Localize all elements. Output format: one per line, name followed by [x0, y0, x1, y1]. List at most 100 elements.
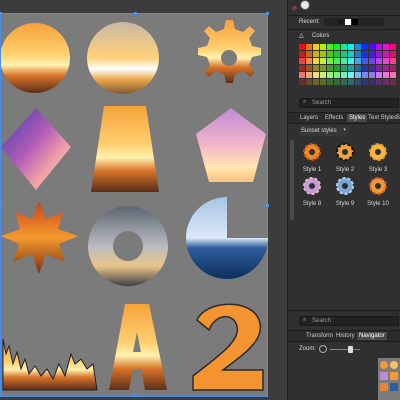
palette-swatch[interactable]: [320, 65, 326, 71]
palette-swatch[interactable]: [306, 65, 312, 71]
scrollbar[interactable]: [290, 140, 294, 220]
palette-swatch[interactable]: [320, 79, 326, 85]
recent-swatch[interactable]: [352, 19, 358, 25]
palette-swatch[interactable]: [313, 79, 319, 85]
palette-swatch[interactable]: [334, 44, 340, 50]
palette-swatch[interactable]: [376, 65, 382, 71]
canvas-area[interactable]: [0, 0, 287, 400]
palette-swatch[interactable]: [383, 51, 389, 57]
palette-swatch[interactable]: [362, 79, 368, 85]
palette-swatch[interactable]: [355, 44, 361, 50]
palette-swatch[interactable]: [369, 51, 375, 57]
palette-swatch[interactable]: [390, 44, 396, 50]
selection-handle[interactable]: [266, 204, 269, 207]
palette-swatch[interactable]: [320, 51, 326, 57]
selection-handle[interactable]: [134, 12, 137, 15]
palette-swatch[interactable]: [355, 58, 361, 64]
palette-swatch[interactable]: [299, 72, 305, 78]
palette-swatch[interactable]: [369, 65, 375, 71]
style-thumbnail[interactable]: Style 9: [331, 176, 359, 207]
tab-navigator[interactable]: Navigator: [357, 332, 387, 340]
selection-handle[interactable]: [0, 12, 2, 15]
style-thumbnail[interactable]: Style 3: [364, 142, 392, 173]
palette-swatch[interactable]: [341, 65, 347, 71]
palette-swatch[interactable]: [313, 58, 319, 64]
palette-swatch[interactable]: [369, 79, 375, 85]
palette-swatch[interactable]: [383, 79, 389, 85]
palette-swatch[interactable]: [355, 51, 361, 57]
palette-swatch[interactable]: [362, 65, 368, 71]
palette-swatch[interactable]: [355, 79, 361, 85]
color-palette[interactable]: [299, 44, 399, 90]
palette-swatch[interactable]: [348, 79, 354, 85]
style-thumbnail[interactable]: Style 10: [364, 176, 392, 207]
search-input-2[interactable]: ⌕ Search: [299, 316, 399, 326]
palette-swatch[interactable]: [313, 44, 319, 50]
selection-handle[interactable]: [134, 394, 137, 397]
palette-swatch[interactable]: [334, 51, 340, 57]
palette-swatch[interactable]: [390, 72, 396, 78]
palette-swatch[interactable]: [334, 65, 340, 71]
palette-swatch[interactable]: [369, 72, 375, 78]
palette-swatch[interactable]: [299, 51, 305, 57]
palette-swatch[interactable]: [362, 51, 368, 57]
palette-swatch[interactable]: [341, 51, 347, 57]
palette-swatch[interactable]: [348, 65, 354, 71]
palette-swatch[interactable]: [299, 58, 305, 64]
palette-swatch[interactable]: [313, 72, 319, 78]
palette-swatch[interactable]: [390, 79, 396, 85]
palette-swatch[interactable]: [327, 65, 333, 71]
tab-text-styles[interactable]: Text Styles: [368, 115, 397, 121]
palette-swatch[interactable]: [306, 51, 312, 57]
palette-swatch[interactable]: [383, 65, 389, 71]
palette-swatch[interactable]: [376, 58, 382, 64]
tab-styles[interactable]: Styles: [347, 114, 368, 122]
document-canvas[interactable]: [0, 12, 269, 397]
zoom-out-icon[interactable]: [319, 345, 327, 353]
palette-swatch[interactable]: [348, 72, 354, 78]
palette-swatch[interactable]: [383, 44, 389, 50]
palette-swatch[interactable]: [355, 65, 361, 71]
palette-swatch[interactable]: [299, 44, 305, 50]
palette-swatch[interactable]: [390, 58, 396, 64]
palette-swatch[interactable]: [320, 72, 326, 78]
selection-handle[interactable]: [266, 12, 269, 15]
palette-swatch[interactable]: [313, 51, 319, 57]
palette-swatch[interactable]: [362, 72, 368, 78]
no-fill-icon[interactable]: ⊘: [292, 5, 297, 12]
style-category-dropdown[interactable]: Sunset styles ▾: [299, 126, 349, 136]
tab-layers[interactable]: Layers: [300, 115, 318, 121]
palette-swatch[interactable]: [362, 58, 368, 64]
palette-swatch[interactable]: [348, 51, 354, 57]
palette-swatch[interactable]: [341, 79, 347, 85]
palette-swatch[interactable]: [348, 44, 354, 50]
palette-swatch[interactable]: [341, 58, 347, 64]
palette-swatch[interactable]: [362, 44, 368, 50]
palette-swatch[interactable]: [390, 51, 396, 57]
style-thumbnail[interactable]: Style 1: [298, 142, 326, 173]
palette-swatch[interactable]: [376, 51, 382, 57]
palette-swatch[interactable]: [369, 58, 375, 64]
palette-swatch[interactable]: [383, 72, 389, 78]
recent-swatch[interactable]: [338, 19, 344, 25]
palette-swatch[interactable]: [341, 72, 347, 78]
search-input[interactable]: ⌕ Search: [299, 98, 399, 108]
palette-swatch[interactable]: [313, 65, 319, 71]
fill-color-swatch[interactable]: [300, 0, 310, 10]
palette-swatch[interactable]: [327, 51, 333, 57]
palette-swatch[interactable]: [334, 72, 340, 78]
tab-transform[interactable]: Transform: [306, 333, 333, 339]
palette-swatch[interactable]: [320, 58, 326, 64]
palette-swatch[interactable]: [376, 44, 382, 50]
palette-swatch[interactable]: [390, 65, 396, 71]
palette-swatch[interactable]: [383, 58, 389, 64]
palette-swatch[interactable]: [376, 72, 382, 78]
style-thumbnail[interactable]: Style 8: [298, 176, 326, 207]
palette-swatch[interactable]: [327, 72, 333, 78]
palette-swatch[interactable]: [306, 58, 312, 64]
recent-swatch[interactable]: [345, 19, 351, 25]
palette-swatch[interactable]: [334, 58, 340, 64]
palette-swatch[interactable]: [341, 44, 347, 50]
style-thumbnail[interactable]: Style 2: [331, 142, 359, 173]
palette-swatch[interactable]: [327, 79, 333, 85]
